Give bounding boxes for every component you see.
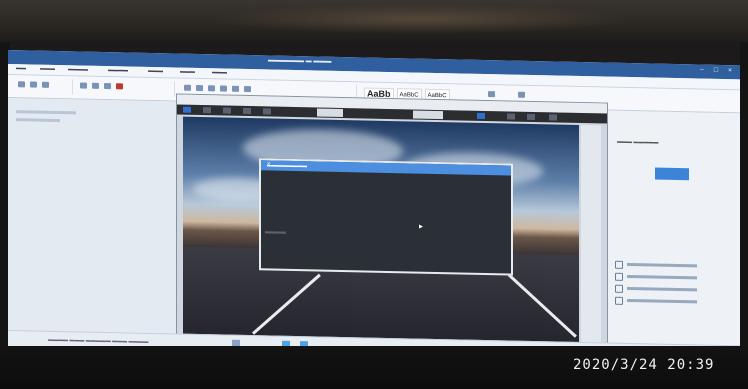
task-pane-option[interactable] — [615, 260, 705, 270]
cursor-icon: ▸ — [419, 221, 424, 231]
maximize-icon[interactable]: □ — [712, 67, 720, 75]
blurred-text-line — [627, 262, 697, 268]
tool-icon[interactable] — [263, 108, 271, 115]
task-pane-option[interactable] — [615, 296, 705, 306]
find-icon[interactable] — [488, 91, 495, 98]
checkbox-icon[interactable] — [615, 284, 623, 293]
blurred-text-line — [627, 274, 697, 280]
indent-icon[interactable] — [244, 85, 251, 93]
close-icon[interactable]: × — [267, 161, 507, 172]
dark-dialog-window[interactable]: ▬▬▬▬▬▬▬▬ × ▸ ▬▬▬ — [259, 158, 513, 276]
checkbox-icon[interactable] — [615, 260, 623, 269]
paste-icon[interactable] — [18, 81, 25, 88]
menu-item[interactable]: ▬▬▬▬ — [108, 67, 128, 73]
align-center-icon[interactable] — [196, 84, 203, 92]
document-page-left — [8, 98, 177, 334]
viewer-toolbar-button[interactable] — [413, 110, 443, 120]
photo-timestamp: 2020/3/24 20:39 — [573, 357, 715, 373]
tool-icon[interactable] — [527, 113, 535, 121]
tool-icon[interactable] — [203, 107, 211, 114]
dialog-title-bar: ▬▬▬▬▬▬▬▬ × — [261, 160, 511, 176]
laptop-screen: ▬▬▬▬▬▬ ▬ ▬▬▬ – □ × ▬▬ ▬▬▬ ▬▬▬▬ ▬▬▬▬ ▬▬▬ … — [8, 50, 740, 362]
menu-item[interactable]: ▬▬▬ — [180, 69, 195, 75]
numbering-icon[interactable] — [232, 85, 239, 92]
minimize-icon[interactable]: – — [698, 66, 706, 74]
cut-icon[interactable] — [30, 81, 37, 88]
menu-item[interactable]: ▬▬▬ — [212, 69, 227, 75]
viewer-window: ▬▬▬▬▬▬▬▬ × ▸ ▬▬▬ — [176, 93, 608, 355]
task-pane-option[interactable] — [615, 272, 705, 282]
task-pane: ▬▬▬ ▬▬▬▬▬ — [602, 110, 740, 346]
tool-icon[interactable] — [549, 114, 557, 121]
status-text: ▬▬▬▬ ▬▬▬ ▬▬▬▬▬ ▬▬▬ ▬▬▬▬ — [48, 336, 149, 345]
blurred-text-line — [16, 110, 76, 115]
task-pane-primary-button[interactable] — [655, 167, 689, 181]
underline-icon[interactable] — [104, 83, 111, 90]
viewer-scrollbar[interactable] — [581, 125, 601, 344]
menu-item[interactable]: ▬▬▬ — [148, 68, 163, 74]
menu-item[interactable]: ▬▬▬▬ — [68, 66, 88, 72]
laptop-bezel-right — [740, 42, 748, 346]
viewer-app-icon[interactable] — [183, 106, 191, 113]
ribbon-group-font — [74, 79, 175, 97]
dialog-faint-text: ▬▬▬ — [265, 228, 286, 236]
copy-icon[interactable] — [42, 81, 49, 88]
laptop-bezel-top — [0, 0, 748, 42]
bullets-icon[interactable] — [220, 85, 227, 92]
close-icon[interactable]: × — [726, 67, 734, 75]
bold-icon[interactable] — [80, 82, 87, 89]
checkbox-icon[interactable] — [615, 272, 623, 281]
tool-icon[interactable] — [477, 112, 485, 119]
tool-icon[interactable] — [243, 107, 251, 115]
italic-icon[interactable] — [92, 82, 99, 89]
viewer-toolbar-button[interactable] — [317, 108, 343, 118]
menu-item[interactable]: ▬▬▬ — [40, 66, 55, 72]
checkbox-icon[interactable] — [615, 296, 623, 305]
blurred-text-line — [16, 118, 60, 123]
blurred-text-line — [627, 286, 697, 292]
replace-icon[interactable] — [518, 91, 525, 98]
glare — [210, 4, 630, 34]
window-title: ▬▬▬▬▬▬ ▬ ▬▬▬ — [268, 57, 332, 65]
menu-item[interactable]: ▬▬ — [16, 65, 26, 71]
road-sky-render: ▬▬▬▬▬▬▬▬ × ▸ ▬▬▬ — [183, 116, 579, 343]
align-right-icon[interactable] — [208, 85, 215, 92]
font-color-icon[interactable] — [116, 83, 123, 90]
tool-icon[interactable] — [507, 113, 515, 120]
blurred-text-line — [627, 298, 697, 304]
task-pane-title: ▬▬▬ ▬▬▬▬▬ — [617, 138, 659, 146]
task-pane-option[interactable] — [615, 284, 705, 294]
tool-icon[interactable] — [223, 107, 231, 114]
align-left-icon[interactable] — [184, 84, 191, 91]
